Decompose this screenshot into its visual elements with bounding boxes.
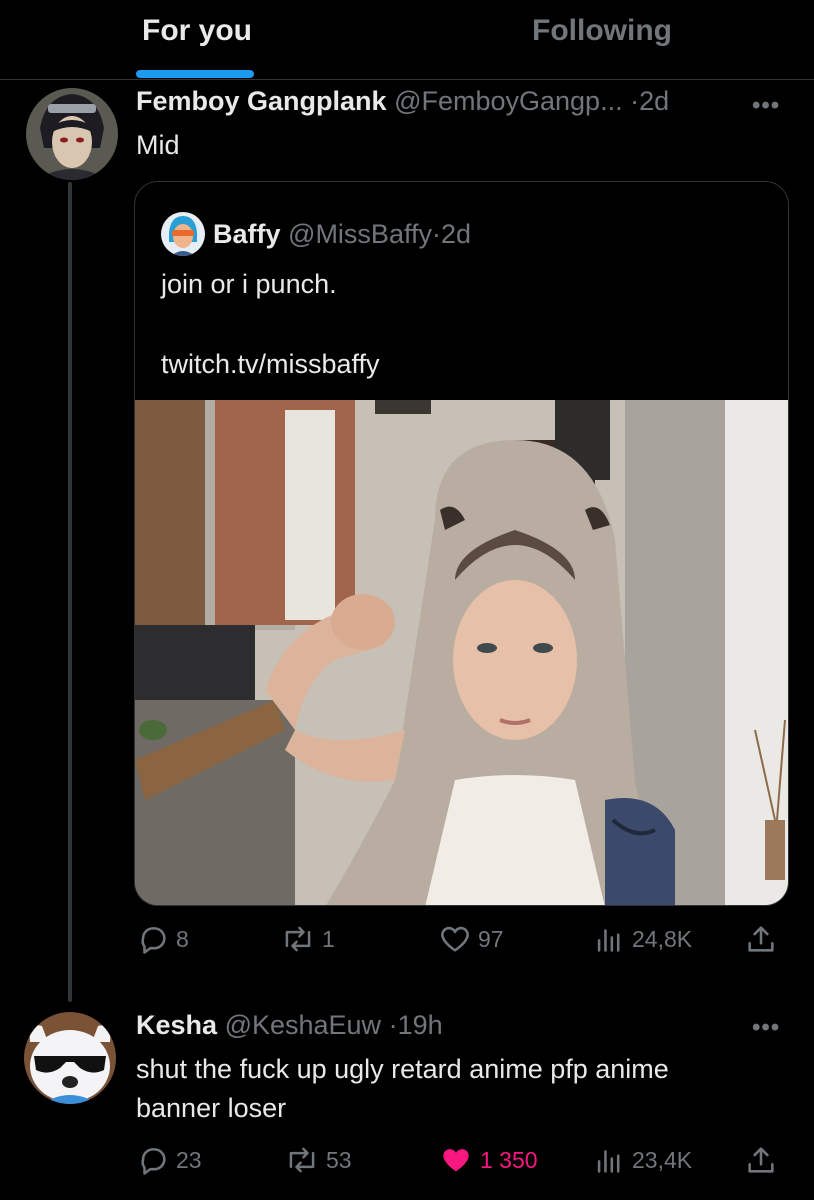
quote-text: join or i punch. [161,269,337,299]
separator-dot: · [431,218,441,249]
quote-avatar [161,212,205,256]
views-count: 23,4K [632,1146,693,1173]
views-count: 24,8K [632,925,693,952]
active-tab-indicator [136,70,254,78]
separator-dot: · [630,86,640,116]
share-icon [748,926,774,952]
share-button[interactable] [744,1143,784,1177]
views-button[interactable]: 23,4K [592,1143,692,1177]
reply-button[interactable]: 8 [136,922,189,956]
like-count: 97 [478,925,504,952]
quoted-tweet[interactable]: Baffy @MissBaffy · 2d join or i punch. twi… [134,181,789,906]
tweet-actions: 23 53 1 350 23,4K [134,1143,789,1183]
user-handle[interactable]: @FemboyGangp... [394,86,623,116]
timeline-tabs: For you Following [0,0,814,80]
reply-icon [141,927,166,954]
like-button[interactable]: 97 [438,922,504,956]
like-button[interactable]: 1 350 [438,1143,538,1177]
avatar[interactable] [24,1012,116,1104]
like-icon [443,1149,469,1172]
views-button[interactable]: 24,8K [592,922,692,956]
quote-time: 2d [440,218,472,249]
photo-image [135,400,788,905]
tweet-text: Mid [136,130,180,160]
quote-link[interactable]: twitch.tv/missbaffy [161,346,380,382]
separator-dot: · [388,1010,398,1040]
tweet-header: Femboy Gangplank @FemboyGangp... ·2d [136,86,669,117]
views-icon [597,1150,620,1173]
repost-count: 53 [326,1146,352,1173]
quote-avatar-image [161,212,205,256]
views-icon [597,929,620,952]
tweet-time[interactable]: 19h [398,1010,443,1040]
tweet-text: banner loser [136,1093,287,1123]
share-icon [748,1147,774,1173]
avatar[interactable] [26,88,118,180]
quote-user-handle[interactable]: @MissBaffy [288,219,432,250]
quote-display-name[interactable]: Baffy [213,219,281,250]
reply-icon [141,1148,166,1175]
user-handle[interactable]: @KeshaEuw [225,1010,382,1040]
more-icon[interactable]: ••• [752,1014,780,1042]
tab-following[interactable]: Following [532,14,672,48]
anime-avatar-image [26,88,118,180]
tweet-time[interactable]: 2d [639,86,669,116]
thread-line [68,182,72,1002]
display-name[interactable]: Kesha [136,1010,217,1040]
repost-button[interactable]: 1 [280,922,335,956]
like-icon [441,926,469,952]
like-count: 1 350 [480,1146,538,1173]
repost-icon [289,1147,315,1173]
repost-icon [285,926,311,952]
share-button[interactable] [744,922,784,956]
reply-button[interactable]: 23 [136,1143,202,1177]
quote-photo[interactable] [135,400,788,905]
dog-sunglasses-avatar-image [24,1012,116,1104]
tweet-text: shut the fuck up ugly retard anime pfp a… [136,1054,669,1084]
tweet-header: Kesha @KeshaEuw ·19h [136,1010,443,1041]
reply-count: 23 [176,1146,202,1173]
tab-for-you[interactable]: For you [142,14,252,48]
tweet-actions: 8 1 97 24,8K [134,922,789,962]
quote-header: Baffy @MissBaffy · 2d [161,212,471,256]
reply-count: 8 [176,925,189,952]
repost-button[interactable]: 53 [284,1143,352,1177]
display-name[interactable]: Femboy Gangplank [136,86,387,116]
more-icon[interactable]: ••• [752,92,780,120]
repost-count: 1 [322,925,335,952]
